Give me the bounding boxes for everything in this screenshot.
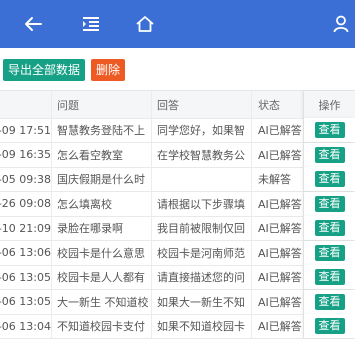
answer-cell: 请直接描述您的问 [152,265,252,289]
table-row: -09 17:51 智慧教务登陆不上 同学您好，如果智 AI已解答 查看 [0,118,355,143]
table-row: -05 09:38 国庆假期是什么时 未解答 查看 [0,167,355,192]
view-button[interactable]: 查看 [314,146,345,163]
answer-cell [152,167,252,191]
outdent-menu-icon[interactable] [77,10,105,38]
arrow-left-icon[interactable] [19,10,47,38]
operation-cell: 查看 [304,167,355,191]
time-cell: -06 13:06 [0,240,52,265]
status-cell: AI已解答 [252,240,304,265]
status-cell: AI已解答 [252,142,304,167]
table-row: -26 09:08 怎么填离校 请根据以下步骤填 AI已解答 查看 [0,191,355,217]
question-cell: 录脸在哪录啊 [52,216,152,240]
operation-cell: 查看 [304,191,355,216]
answer-cell: 同学您好，如果智 [152,118,252,142]
view-button[interactable]: 查看 [314,195,345,212]
export-all-button[interactable]: 导出全部数据 [3,59,86,81]
time-cell: -09 17:51 [0,118,52,142]
question-cell: 怎么填离校 [52,191,152,216]
question-cell: 大一新生 不知道校 [52,289,152,314]
question-cell: 智慧教务登陆不上 [52,118,152,142]
status-cell: AI已解答 [252,191,304,216]
operation-cell: 查看 [304,240,355,265]
answer-cell: 我目前被限制仅回 [152,216,252,240]
column-header-time [0,91,52,118]
time-cell: -06 13:05 [0,265,52,289]
home-icon[interactable] [131,10,159,38]
question-cell: 不知道校园卡支付 [52,314,152,338]
table-row: -06 13:06 校园卡是什么意思 校园卡是河南师范 AI已解答 查看 [0,240,355,266]
time-cell: -06 13:04 [0,314,52,338]
delete-button[interactable]: 删除 [91,59,126,81]
status-cell: AI已解答 [252,118,304,142]
status-cell: AI已解答 [252,265,304,289]
view-button[interactable]: 查看 [314,269,345,285]
answer-cell: 在学校智慧教务公 [152,142,252,167]
view-button[interactable]: 查看 [314,318,345,334]
column-header-answer: 回答 [152,91,252,118]
status-cell: 未解答 [252,167,304,191]
question-cell: 校园卡是人人都有 [52,265,152,289]
time-cell: -10 21:09 [0,216,52,240]
action-toolbar: 导出全部数据 删除 [0,58,355,84]
table-row: -10 21:09 录脸在哪录啊 我目前被限制仅回 AI已解答 查看 [0,216,355,241]
answer-cell: 请根据以下步骤填 [152,191,252,216]
table-header: 问题 回答 状态 操作 [0,90,355,119]
operation-cell: 查看 [304,314,355,338]
table-row: -06 13:05 大一新生 不知道校 如果大一新生不知 AI已解答 查看 [0,289,355,315]
column-header-status: 状态 [252,91,304,118]
operation-cell: 查看 [304,265,355,289]
operation-cell: 查看 [304,118,355,142]
time-cell: -06 13:05 [0,289,52,314]
time-cell: -26 09:08 [0,191,52,216]
answer-cell: 校园卡是河南师范 [152,240,252,265]
status-cell: AI已解答 [252,314,304,338]
column-header-question: 问题 [52,91,152,118]
time-cell: -05 09:38 [0,167,52,191]
view-button[interactable]: 查看 [314,244,345,261]
view-button[interactable]: 查看 [314,122,345,138]
time-cell: -09 16:35 [0,142,52,167]
answer-cell: 如果不知道校园卡 [152,314,252,338]
view-button[interactable]: 查看 [314,220,345,236]
question-cell: 校园卡是什么意思 [52,240,152,265]
status-cell: AI已解答 [252,289,304,314]
question-cell: 怎么看空教室 [52,142,152,167]
operation-cell: 查看 [304,289,355,314]
top-nav-bar [0,0,355,48]
view-button[interactable]: 查看 [314,293,345,310]
view-button[interactable]: 查看 [314,171,345,187]
table-row: -06 13:04 不知道校园卡支付 如果不知道校园卡 AI已解答 查看 [0,314,355,339]
operation-cell: 查看 [304,142,355,167]
status-cell: AI已解答 [252,216,304,240]
answer-cell: 如果大一新生不知 [152,289,252,314]
table-row: -06 13:05 校园卡是人人都有 请直接描述您的问 AI已解答 查看 [0,265,355,290]
question-cell: 国庆假期是什么时 [52,167,152,191]
operation-cell: 查看 [304,216,355,240]
column-header-operation: 操作 [304,91,355,118]
table-row: -09 16:35 怎么看空教室 在学校智慧教务公 AI已解答 查看 [0,142,355,168]
user-icon[interactable] [327,10,355,38]
